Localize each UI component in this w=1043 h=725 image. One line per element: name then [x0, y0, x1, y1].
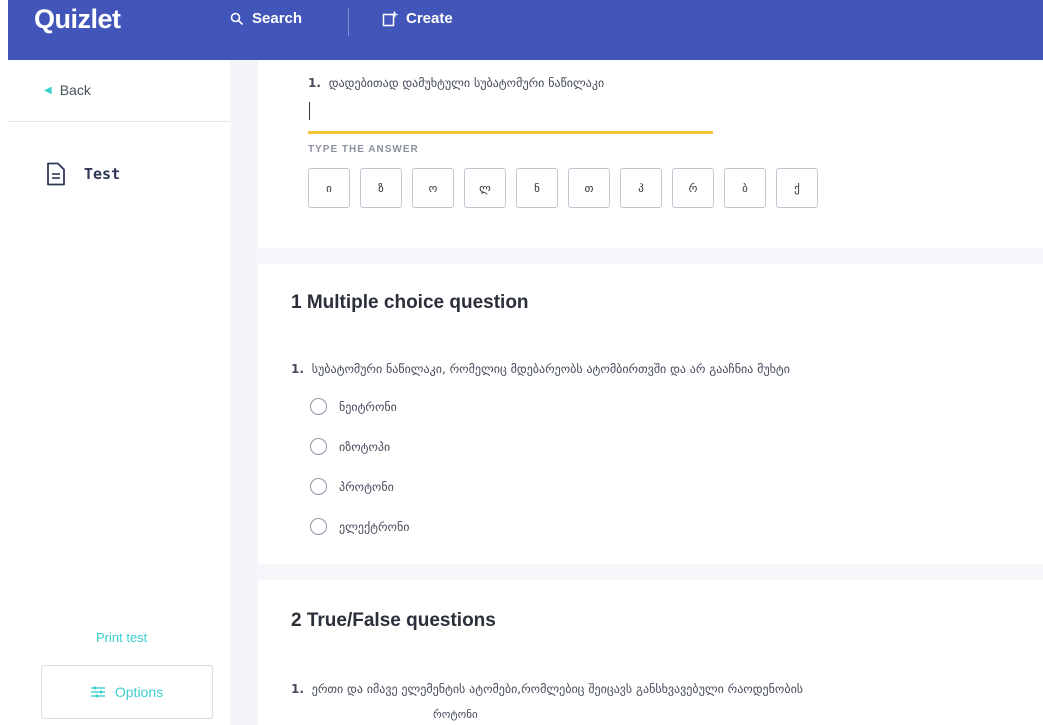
question-text: ერთი და იმავე ელემენტის ატომები,რომლებიც… [311, 682, 804, 696]
search-icon [230, 12, 244, 25]
character-button[interactable]: რ [672, 168, 714, 208]
back-button[interactable]: ◀ Back [44, 82, 91, 98]
nav-divider [348, 8, 349, 36]
multiple-choice-title: 1 Multiple choice question [291, 292, 529, 313]
sidebar-divider [8, 121, 230, 122]
section-divider [258, 248, 1043, 264]
question-number: 1. [308, 76, 321, 90]
back-label: Back [59, 82, 91, 98]
question-text: დადებითად დამუხტული სუბატომური ნაწილაკი [328, 76, 605, 90]
character-button[interactable]: ო [412, 168, 454, 208]
option-label: ნეიტრონი [339, 399, 397, 414]
top-nav-bar: Quizlet Search Create [8, 0, 1043, 60]
mc-option[interactable]: ელექტრონი [310, 518, 409, 535]
options-label: Options [114, 684, 164, 700]
answer-input[interactable] [308, 100, 713, 134]
create-label: Create [406, 10, 453, 27]
test-label: Test [84, 165, 121, 183]
sliders-icon [90, 686, 105, 698]
tf-answer-text: როტონი [433, 708, 478, 721]
radio-button[interactable] [310, 478, 327, 495]
mc-option[interactable]: იზოტოპი [310, 438, 390, 455]
mc-option[interactable]: პროტონი [310, 478, 394, 495]
options-button[interactable]: Options [41, 665, 213, 719]
special-characters: იზოლნთპრბქ [308, 168, 818, 208]
search-button[interactable]: Search [230, 10, 302, 27]
content-gutter [230, 60, 258, 725]
written-question: 1. დადებითად დამუხტული სუბატომური ნაწილა… [308, 76, 604, 90]
question-number: 1. [291, 362, 304, 376]
radio-button[interactable] [310, 438, 327, 455]
create-button[interactable]: Create [382, 10, 453, 27]
radio-button[interactable] [310, 518, 327, 535]
search-label: Search [252, 10, 303, 27]
mc-question: 1. სუბატომური ნაწილაკი, რომელიც მდებარეო… [291, 362, 790, 376]
quizlet-logo[interactable]: Quizlet [34, 4, 121, 35]
character-button[interactable]: ზ [360, 168, 402, 208]
option-label: იზოტოპი [339, 439, 391, 454]
mc-option[interactable]: ნეიტრონი [310, 398, 397, 415]
character-button[interactable]: ლ [464, 168, 506, 208]
test-content: 1. დადებითად დამუხტული სუბატომური ნაწილა… [258, 60, 1043, 725]
back-arrow-icon: ◀ [44, 84, 52, 96]
true-false-title: 2 True/False questions [291, 610, 496, 631]
type-answer-label: TYPE THE ANSWER [308, 144, 419, 155]
radio-button[interactable] [310, 398, 327, 415]
print-test-link[interactable]: Print test [96, 630, 147, 645]
section-divider [258, 564, 1043, 580]
character-button[interactable]: ი [308, 168, 350, 208]
create-icon [382, 11, 398, 26]
character-button[interactable]: ნ [516, 168, 558, 208]
document-icon [47, 162, 65, 186]
question-text: სუბატომური ნაწილაკი, რომელიც მდებარეობს … [311, 362, 790, 376]
sidebar-item-test[interactable]: Test [46, 162, 120, 186]
character-button[interactable]: ბ [724, 168, 766, 208]
question-number: 1. [291, 682, 304, 696]
character-button[interactable]: თ [568, 168, 610, 208]
sidebar: ◀ Back Test Print test Options [8, 60, 230, 725]
text-caret [309, 102, 310, 120]
character-button[interactable]: ქ [776, 168, 818, 208]
character-button[interactable]: პ [620, 168, 662, 208]
option-label: პროტონი [339, 479, 394, 494]
option-label: ელექტრონი [339, 519, 410, 534]
tf-question: 1. ერთი და იმავე ელემენტის ატომები,რომლე… [291, 682, 803, 696]
